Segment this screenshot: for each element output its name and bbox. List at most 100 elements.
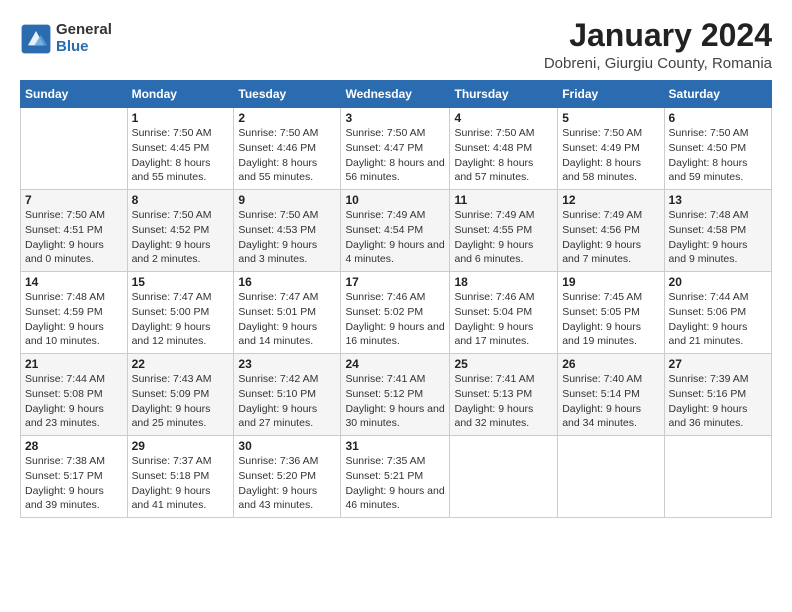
day-detail: Sunrise: 7:40 AMSunset: 5:14 PMDaylight:… [562, 373, 642, 429]
day-number: 23 [238, 357, 336, 371]
cell-4-4 [450, 436, 558, 518]
day-number: 6 [669, 111, 767, 125]
day-detail: Sunrise: 7:44 AMSunset: 5:08 PMDaylight:… [25, 373, 105, 429]
day-number: 21 [25, 357, 123, 371]
day-number: 28 [25, 439, 123, 453]
day-detail: Sunrise: 7:50 AMSunset: 4:51 PMDaylight:… [25, 209, 105, 265]
header-sunday: Sunday [21, 81, 128, 108]
day-number: 19 [562, 275, 659, 289]
week-row-1: 7 Sunrise: 7:50 AMSunset: 4:51 PMDayligh… [21, 190, 772, 272]
day-number: 10 [345, 193, 445, 207]
cell-1-1: 8 Sunrise: 7:50 AMSunset: 4:52 PMDayligh… [127, 190, 234, 272]
day-detail: Sunrise: 7:41 AMSunset: 5:12 PMDaylight:… [345, 373, 444, 429]
logo-text: General Blue [56, 22, 112, 55]
day-detail: Sunrise: 7:36 AMSunset: 5:20 PMDaylight:… [238, 455, 318, 511]
day-detail: Sunrise: 7:50 AMSunset: 4:52 PMDaylight:… [132, 209, 212, 265]
cell-3-2: 23 Sunrise: 7:42 AMSunset: 5:10 PMDaylig… [234, 354, 341, 436]
day-number: 2 [238, 111, 336, 125]
day-detail: Sunrise: 7:48 AMSunset: 4:59 PMDaylight:… [25, 291, 105, 347]
day-detail: Sunrise: 7:46 AMSunset: 5:02 PMDaylight:… [345, 291, 444, 347]
day-number: 29 [132, 439, 230, 453]
cell-4-2: 30 Sunrise: 7:36 AMSunset: 5:20 PMDaylig… [234, 436, 341, 518]
location-title: Dobreni, Giurgiu County, Romania [544, 55, 772, 72]
cell-4-5 [558, 436, 664, 518]
cell-2-4: 18 Sunrise: 7:46 AMSunset: 5:04 PMDaylig… [450, 272, 558, 354]
cell-2-5: 19 Sunrise: 7:45 AMSunset: 5:05 PMDaylig… [558, 272, 664, 354]
cell-3-0: 21 Sunrise: 7:44 AMSunset: 5:08 PMDaylig… [21, 354, 128, 436]
month-title: January 2024 [544, 18, 772, 53]
day-detail: Sunrise: 7:50 AMSunset: 4:50 PMDaylight:… [669, 127, 749, 183]
cell-2-1: 15 Sunrise: 7:47 AMSunset: 5:00 PMDaylig… [127, 272, 234, 354]
day-detail: Sunrise: 7:49 AMSunset: 4:55 PMDaylight:… [454, 209, 534, 265]
cell-3-3: 24 Sunrise: 7:41 AMSunset: 5:12 PMDaylig… [341, 354, 450, 436]
cell-4-6 [664, 436, 771, 518]
day-detail: Sunrise: 7:50 AMSunset: 4:46 PMDaylight:… [238, 127, 318, 183]
day-detail: Sunrise: 7:42 AMSunset: 5:10 PMDaylight:… [238, 373, 318, 429]
logo-icon [20, 23, 52, 55]
cell-4-1: 29 Sunrise: 7:37 AMSunset: 5:18 PMDaylig… [127, 436, 234, 518]
day-number: 18 [454, 275, 553, 289]
day-detail: Sunrise: 7:35 AMSunset: 5:21 PMDaylight:… [345, 455, 444, 511]
day-detail: Sunrise: 7:43 AMSunset: 5:09 PMDaylight:… [132, 373, 212, 429]
cell-3-1: 22 Sunrise: 7:43 AMSunset: 5:09 PMDaylig… [127, 354, 234, 436]
day-number: 16 [238, 275, 336, 289]
cell-4-3: 31 Sunrise: 7:35 AMSunset: 5:21 PMDaylig… [341, 436, 450, 518]
day-number: 7 [25, 193, 123, 207]
day-number: 3 [345, 111, 445, 125]
day-detail: Sunrise: 7:49 AMSunset: 4:54 PMDaylight:… [345, 209, 444, 265]
cell-0-5: 5 Sunrise: 7:50 AMSunset: 4:49 PMDayligh… [558, 108, 664, 190]
day-detail: Sunrise: 7:48 AMSunset: 4:58 PMDaylight:… [669, 209, 749, 265]
day-number: 14 [25, 275, 123, 289]
header-tuesday: Tuesday [234, 81, 341, 108]
cell-0-3: 3 Sunrise: 7:50 AMSunset: 4:47 PMDayligh… [341, 108, 450, 190]
day-number: 12 [562, 193, 659, 207]
week-row-3: 21 Sunrise: 7:44 AMSunset: 5:08 PMDaylig… [21, 354, 772, 436]
day-detail: Sunrise: 7:50 AMSunset: 4:45 PMDaylight:… [132, 127, 212, 183]
cell-3-4: 25 Sunrise: 7:41 AMSunset: 5:13 PMDaylig… [450, 354, 558, 436]
cell-1-3: 10 Sunrise: 7:49 AMSunset: 4:54 PMDaylig… [341, 190, 450, 272]
day-detail: Sunrise: 7:46 AMSunset: 5:04 PMDaylight:… [454, 291, 534, 347]
header-monday: Monday [127, 81, 234, 108]
header-friday: Friday [558, 81, 664, 108]
cell-2-2: 16 Sunrise: 7:47 AMSunset: 5:01 PMDaylig… [234, 272, 341, 354]
cell-2-3: 17 Sunrise: 7:46 AMSunset: 5:02 PMDaylig… [341, 272, 450, 354]
day-detail: Sunrise: 7:41 AMSunset: 5:13 PMDaylight:… [454, 373, 534, 429]
logo: General Blue [20, 22, 112, 55]
day-number: 31 [345, 439, 445, 453]
day-number: 13 [669, 193, 767, 207]
cell-0-6: 6 Sunrise: 7:50 AMSunset: 4:50 PMDayligh… [664, 108, 771, 190]
cell-1-4: 11 Sunrise: 7:49 AMSunset: 4:55 PMDaylig… [450, 190, 558, 272]
cell-2-6: 20 Sunrise: 7:44 AMSunset: 5:06 PMDaylig… [664, 272, 771, 354]
cell-0-4: 4 Sunrise: 7:50 AMSunset: 4:48 PMDayligh… [450, 108, 558, 190]
week-row-0: 1 Sunrise: 7:50 AMSunset: 4:45 PMDayligh… [21, 108, 772, 190]
cell-1-0: 7 Sunrise: 7:50 AMSunset: 4:51 PMDayligh… [21, 190, 128, 272]
header-saturday: Saturday [664, 81, 771, 108]
logo-blue-text: Blue [56, 39, 112, 56]
day-number: 11 [454, 193, 553, 207]
day-number: 9 [238, 193, 336, 207]
day-number: 26 [562, 357, 659, 371]
day-number: 8 [132, 193, 230, 207]
header-wednesday: Wednesday [341, 81, 450, 108]
day-number: 15 [132, 275, 230, 289]
day-number: 24 [345, 357, 445, 371]
cell-3-5: 26 Sunrise: 7:40 AMSunset: 5:14 PMDaylig… [558, 354, 664, 436]
day-detail: Sunrise: 7:47 AMSunset: 5:01 PMDaylight:… [238, 291, 318, 347]
cell-0-2: 2 Sunrise: 7:50 AMSunset: 4:46 PMDayligh… [234, 108, 341, 190]
cell-1-6: 13 Sunrise: 7:48 AMSunset: 4:58 PMDaylig… [664, 190, 771, 272]
calendar-table: Sunday Monday Tuesday Wednesday Thursday… [20, 80, 772, 518]
day-detail: Sunrise: 7:38 AMSunset: 5:17 PMDaylight:… [25, 455, 105, 511]
header-thursday: Thursday [450, 81, 558, 108]
day-number: 17 [345, 275, 445, 289]
day-detail: Sunrise: 7:44 AMSunset: 5:06 PMDaylight:… [669, 291, 749, 347]
day-detail: Sunrise: 7:49 AMSunset: 4:56 PMDaylight:… [562, 209, 642, 265]
day-detail: Sunrise: 7:50 AMSunset: 4:47 PMDaylight:… [345, 127, 444, 183]
day-number: 25 [454, 357, 553, 371]
cell-1-2: 9 Sunrise: 7:50 AMSunset: 4:53 PMDayligh… [234, 190, 341, 272]
day-number: 20 [669, 275, 767, 289]
day-detail: Sunrise: 7:45 AMSunset: 5:05 PMDaylight:… [562, 291, 642, 347]
cell-2-0: 14 Sunrise: 7:48 AMSunset: 4:59 PMDaylig… [21, 272, 128, 354]
day-detail: Sunrise: 7:39 AMSunset: 5:16 PMDaylight:… [669, 373, 749, 429]
cell-4-0: 28 Sunrise: 7:38 AMSunset: 5:17 PMDaylig… [21, 436, 128, 518]
day-number: 22 [132, 357, 230, 371]
